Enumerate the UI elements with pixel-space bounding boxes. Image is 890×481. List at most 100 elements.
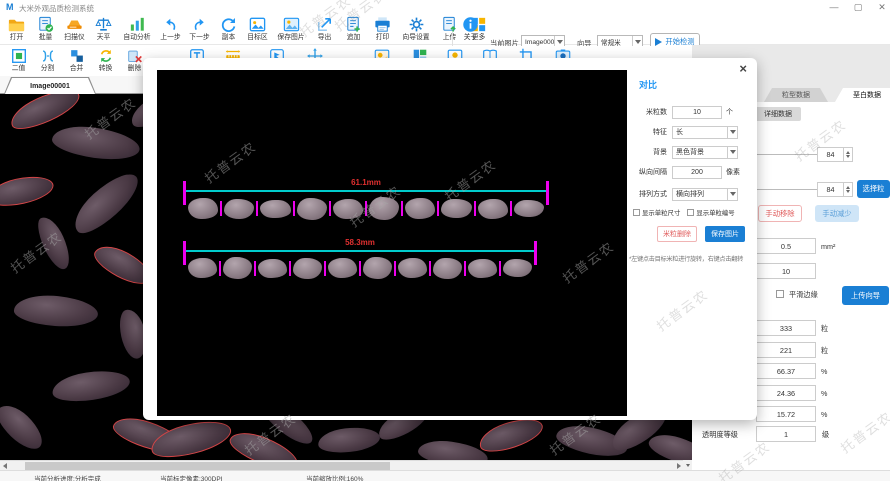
- tab-chalkiness-data[interactable]: 垩白数据: [835, 88, 890, 102]
- stat-value-field[interactable]: 221: [756, 342, 816, 358]
- toolbar-button-gear[interactable]: 向导设置: [397, 15, 435, 44]
- stat-value-field[interactable]: 15.72: [756, 406, 816, 422]
- rice-grain[interactable]: [333, 199, 363, 219]
- toolbar-button-scanner[interactable]: 扫描仪: [60, 15, 89, 44]
- slider-track[interactable]: [757, 189, 817, 190]
- spinner-arrows-icon[interactable]: [843, 183, 852, 196]
- toolbar-button-chart-bars[interactable]: 自动分析: [118, 15, 156, 44]
- undo-arrow-icon: [161, 15, 180, 34]
- smooth-edge-checkbox[interactable]: [776, 290, 784, 298]
- form-unit: 像素: [726, 167, 740, 177]
- rice-grain[interactable]: [398, 258, 427, 278]
- app-title: 大米外观品质检测系统: [19, 3, 94, 14]
- gear-icon: [407, 15, 426, 34]
- rice-grain[interactable]: [224, 199, 254, 219]
- close-button[interactable]: ✕: [874, 1, 890, 13]
- rice-grain[interactable]: [223, 257, 252, 279]
- rice-grain[interactable]: [468, 259, 497, 278]
- toolbar-button-doc-plus[interactable]: 追加: [339, 15, 368, 44]
- toolbar-button-label: 自动分析: [123, 34, 150, 42]
- form-input[interactable]: 200: [672, 166, 722, 179]
- status-bar: 当前分析进度:分析完成 当前标定像素:300DPI 当前缩放比例:160%: [0, 470, 890, 481]
- rice-grain[interactable]: [363, 257, 392, 279]
- dialog-close-icon[interactable]: ×: [739, 61, 747, 76]
- rice-grain[interactable]: [188, 198, 218, 219]
- toolbar-button-balance[interactable]: 天平: [89, 15, 118, 44]
- rice-grain[interactable]: [328, 258, 357, 278]
- image-tab[interactable]: Image00001: [4, 77, 96, 94]
- transparency-field[interactable]: 1: [756, 426, 816, 442]
- toolbar-button-about[interactable]: 关于: [456, 15, 485, 44]
- rice-grain[interactable]: [514, 200, 544, 217]
- rice-grain[interactable]: [478, 199, 508, 219]
- form-input[interactable]: 10: [672, 106, 722, 119]
- rice-grain[interactable]: [188, 258, 217, 278]
- scrollbar-thumb[interactable]: [25, 462, 390, 470]
- count-field[interactable]: 10: [756, 263, 816, 279]
- detail-data-button[interactable]: 详细数据: [755, 107, 801, 121]
- stat-value-field[interactable]: 66.37: [756, 363, 816, 379]
- rice-grain[interactable]: [260, 200, 290, 218]
- horizontal-scrollbar[interactable]: [0, 460, 683, 470]
- threshold-spinner-bottom[interactable]: 84: [817, 182, 853, 197]
- scanner-icon: [65, 15, 84, 34]
- edit-button-convert[interactable]: 转换: [91, 46, 120, 75]
- slider-track[interactable]: [757, 154, 817, 155]
- toolbar-button-label: 保存图片: [277, 34, 304, 42]
- toolbar-button-redo-arrow[interactable]: 下一步: [185, 15, 214, 44]
- toolbar-button-printer[interactable]: 打印: [368, 15, 397, 44]
- toolbar-button-folder[interactable]: 打开: [2, 15, 31, 44]
- edit-button-binary[interactable]: 二值: [4, 46, 33, 75]
- form-select[interactable]: 横向排列: [672, 188, 738, 201]
- rice-grain[interactable]: [258, 259, 287, 278]
- delete-grain-button[interactable]: 米粒删除: [657, 226, 697, 242]
- rice-grain[interactable]: [405, 198, 435, 219]
- upload-wizard-button[interactable]: 上传向导: [842, 286, 889, 305]
- play-icon: [655, 38, 662, 46]
- rice-grain[interactable]: [297, 198, 327, 220]
- manual-reduce-button[interactable]: 手动减少: [815, 205, 859, 222]
- minimize-button[interactable]: —: [826, 1, 842, 13]
- toolbar-button-label: 打开: [10, 34, 24, 42]
- tab-grain-shape-data[interactable]: 粒型数据: [764, 88, 828, 102]
- rice-grain[interactable]: [503, 259, 532, 277]
- rice-grain[interactable]: [369, 197, 399, 220]
- toolbar-button-refresh[interactable]: 副本: [214, 15, 243, 44]
- rice-grain[interactable]: [433, 258, 462, 279]
- toolbar-button-image-save[interactable]: 保存图片: [272, 15, 310, 44]
- threshold-spinner-top[interactable]: 84: [817, 147, 853, 162]
- form-select[interactable]: 黑色背景: [672, 146, 738, 159]
- rice-grain[interactable]: [293, 258, 322, 279]
- checkbox[interactable]: [633, 209, 640, 216]
- rice-grain[interactable]: [441, 199, 471, 218]
- toolbar-button-export-arrow[interactable]: 导出: [310, 15, 339, 44]
- checkbox-option[interactable]: 显示单粒尺寸: [633, 208, 680, 217]
- image-target-icon: [248, 15, 267, 34]
- measurement-label: 61.1mm: [183, 178, 549, 187]
- edit-button-split[interactable]: 分割: [33, 46, 62, 75]
- merge-icon: [68, 46, 86, 65]
- manual-remove-button[interactable]: 手动移除: [758, 205, 802, 222]
- transparency-unit: 级: [822, 430, 829, 440]
- checkbox[interactable]: [687, 209, 694, 216]
- stat-value-field[interactable]: 333: [756, 320, 816, 336]
- checkbox-label: 显示单粒编号: [696, 208, 734, 217]
- maximize-button[interactable]: ▢: [850, 1, 866, 13]
- select-grain-button[interactable]: 选择粒: [857, 180, 890, 198]
- spinner-arrows-icon[interactable]: [843, 148, 852, 161]
- toolbar-button-doc-check[interactable]: 批量: [31, 15, 60, 44]
- edit-button-merge[interactable]: 合并: [62, 46, 91, 75]
- min-area-field[interactable]: 0.5: [756, 238, 816, 254]
- toolbar-button-undo-arrow[interactable]: 上一步: [156, 15, 185, 44]
- form-select[interactable]: 长: [672, 126, 738, 139]
- compare-image-area[interactable]: 61.1mm58.3mm: [157, 70, 627, 416]
- stat-value-field[interactable]: 24.36: [756, 385, 816, 401]
- toolbar-button-label: 扫描仪: [64, 34, 84, 42]
- rice-grain: [0, 398, 49, 456]
- scroll-down-icon[interactable]: [683, 460, 692, 470]
- checkbox-option[interactable]: 显示单粒编号: [687, 208, 734, 217]
- grain-divider: [429, 261, 431, 276]
- measure-end-marker: [183, 181, 186, 205]
- save-image-button[interactable]: 保存图片: [705, 226, 745, 242]
- toolbar-button-image-target[interactable]: 目标区: [243, 15, 272, 44]
